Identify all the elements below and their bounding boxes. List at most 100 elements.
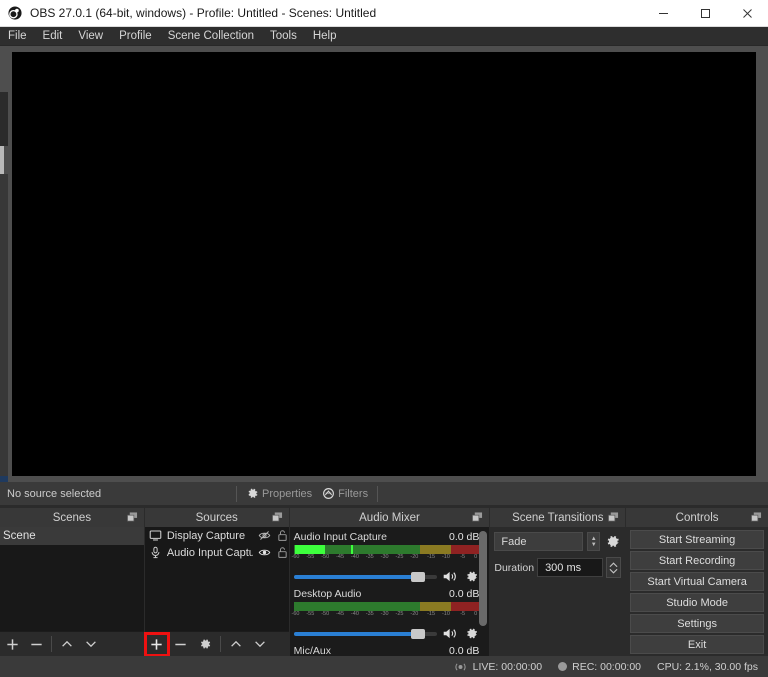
duration-stepper[interactable] [606,557,621,578]
menu-view[interactable]: View [70,27,111,46]
table-row[interactable]: Display Capture [145,527,289,544]
controls-title: Controls [676,512,719,524]
transition-settings-icon[interactable] [604,533,621,550]
move-source-up-button[interactable] [224,633,248,656]
unlock-icon[interactable] [276,546,289,559]
speaker-icon[interactable] [442,626,459,641]
transition-select[interactable]: Fade [494,532,583,551]
source-item-label: Display Capture [167,530,253,542]
mixer-volume-slider[interactable] [294,570,438,584]
scenes-dock-header: Scenes [0,508,144,527]
transitions-title: Scene Transitions [512,512,603,524]
scenes-dock-body: Scene [0,527,144,656]
maximize-button[interactable] [684,0,726,27]
mixer-body[interactable]: Audio Input Capture 0.0 dB -60-55 -50-45… [290,527,490,656]
transition-value: Fade [501,536,526,548]
duration-value: 300 ms [545,562,581,574]
menu-scene-collection[interactable]: Scene Collection [160,27,262,46]
sources-dock-body: Display Capture [145,527,289,656]
chevron-down-icon [84,637,98,651]
menu-tools[interactable]: Tools [262,27,305,46]
eye-visible-icon[interactable] [258,546,271,559]
scenes-toolbar-divider [51,636,52,652]
minus-icon [173,637,188,652]
toolbar-separator-left [236,486,237,502]
monitor-icon [149,529,162,542]
filters-icon [322,487,335,500]
duration-input[interactable]: 300 ms [537,558,603,577]
popout-icon[interactable] [608,512,619,522]
mixer-volume-slider[interactable] [294,627,438,641]
popout-icon[interactable] [127,512,138,522]
record-indicator-icon [558,662,567,671]
rec-label: REC: 00:00:00 [572,661,641,673]
start-recording-button[interactable]: Start Recording [630,551,764,570]
mixer-dock-header: Audio Mixer [290,508,490,527]
minimize-button[interactable] [642,0,684,27]
exit-button[interactable]: Exit [630,635,764,654]
move-source-down-button[interactable] [248,633,272,656]
sources-title: Sources [196,512,238,524]
popout-icon[interactable] [472,512,483,522]
mixer-title: Audio Mixer [359,512,420,524]
obs-logo-icon [8,6,22,20]
mixer-track-db: 0.0 dB [449,531,479,543]
preview-canvas[interactable] [12,52,756,476]
add-scene-button[interactable] [0,633,24,656]
settings-button[interactable]: Settings [630,614,764,633]
controls-body: Start Streaming Start Recording Start Vi… [626,527,768,656]
mixer-level-meter [294,545,480,554]
source-status-text: No source selected [7,488,101,500]
sources-dock-header: Sources [145,508,289,527]
window-title: OBS 27.0.1 (64-bit, windows) - Profile: … [30,6,376,20]
mixer-settings-icon[interactable] [464,569,479,584]
sources-list[interactable]: Display Capture [145,527,289,631]
move-scene-up-button[interactable] [55,633,79,656]
cpu-label: CPU: 2.1%, 30.00 fps [657,661,758,673]
preview-area[interactable] [0,46,768,482]
source-properties-button[interactable] [193,633,217,656]
add-source-button[interactable] [145,633,169,656]
start-streaming-button[interactable]: Start Streaming [630,530,764,549]
popout-icon[interactable] [272,512,283,522]
menu-profile[interactable]: Profile [111,27,160,46]
controls-dock: Controls Start Streaming Start Recording… [626,508,768,656]
menu-bar: File Edit View Profile Scene Collection … [0,27,768,46]
unlock-icon[interactable] [276,529,289,542]
studio-mode-button[interactable]: Studio Mode [630,593,764,612]
menu-edit[interactable]: Edit [35,27,71,46]
move-scene-down-button[interactable] [79,633,103,656]
obs-main-window: OBS 27.0.1 (64-bit, windows) - Profile: … [0,0,768,677]
cpu-status: CPU: 2.1%, 30.00 fps [657,661,758,673]
scene-item-label: Scene [3,530,36,542]
properties-button[interactable]: Properties [241,484,317,503]
menu-file[interactable]: File [0,27,35,46]
remove-scene-button[interactable] [24,633,48,656]
eye-hidden-icon[interactable] [258,529,271,542]
preview-left-strip-top [0,92,8,146]
filters-button[interactable]: Filters [317,484,373,503]
gear-icon [246,487,259,500]
dock-resize-handle[interactable] [0,146,4,174]
chevron-up-icon [229,637,243,651]
gear-icon [198,637,212,651]
menu-help[interactable]: Help [305,27,345,46]
list-item[interactable]: Scene [0,527,144,545]
minus-icon [29,637,44,652]
close-button[interactable] [726,0,768,27]
transition-spinner[interactable]: ▲ ▼ [587,532,600,551]
status-bar: LIVE: 00:00:00 REC: 00:00:00 CPU: 2.1%, … [0,656,768,677]
speaker-icon[interactable] [442,569,459,584]
scenes-list[interactable]: Scene [0,527,144,631]
mixer-settings-icon[interactable] [464,626,479,641]
remove-source-button[interactable] [169,633,193,656]
audio-mixer-dock: Audio Mixer Audio Input Capture 0.0 dB [290,508,490,656]
mixer-scale: -60-55 -50-45 -40-35 -30-25 -20-15 -10-5… [294,554,480,565]
mixer-track: Desktop Audio 0.0 dB -60-55 -50-45 -40-3… [290,584,490,641]
scenes-toolbar [0,631,144,656]
toolbar-separator-right [377,486,378,502]
popout-icon[interactable] [751,512,762,522]
table-row[interactable]: Audio Input Captu [145,544,289,561]
mixer-track: Audio Input Capture 0.0 dB -60-55 -50-45… [290,527,490,584]
start-virtual-camera-button[interactable]: Start Virtual Camera [630,572,764,591]
